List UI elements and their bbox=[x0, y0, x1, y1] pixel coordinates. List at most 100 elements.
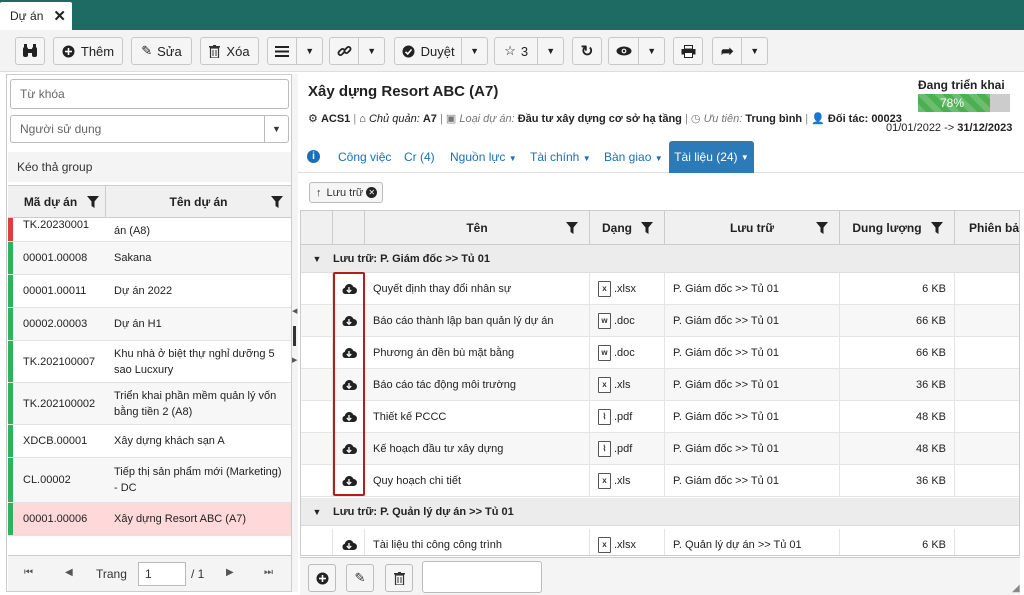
print-button[interactable] bbox=[673, 37, 703, 65]
remove-chip-icon[interactable]: ✕ bbox=[366, 187, 378, 198]
first-page-icon[interactable]: ⏮ bbox=[24, 567, 33, 578]
collapse-group-icon[interactable]: ▼ bbox=[301, 507, 333, 517]
prev-page-icon[interactable]: ◀ bbox=[65, 567, 73, 578]
chevron-down-icon[interactable]: ▼ bbox=[264, 116, 288, 142]
user-select[interactable]: Người sử dụng ▼ bbox=[10, 115, 289, 143]
approve-button[interactable]: Duyệt bbox=[395, 38, 463, 64]
group-row[interactable]: ▼ Lưu trữ: P. Giám đốc >> Tủ 01 bbox=[301, 245, 1019, 273]
refresh-button[interactable]: ↻ bbox=[572, 37, 602, 65]
splitter-handle[interactable] bbox=[293, 326, 296, 346]
delete-document-button[interactable] bbox=[385, 564, 413, 592]
add-document-button[interactable] bbox=[308, 564, 336, 592]
table-row[interactable]: Thiết kế PCCC ⌇ .pdf P. Giám đốc >> Tủ 01 48… bbox=[301, 401, 1019, 433]
add-button[interactable]: Thêm bbox=[53, 37, 123, 65]
table-row[interactable]: 00002.00003 Dự án H1 bbox=[8, 308, 291, 341]
edit-button[interactable]: ✎ Sửa bbox=[131, 37, 192, 65]
share-split-button[interactable]: ➦ ▼ bbox=[712, 37, 768, 65]
tab-cong-viec[interactable]: Công việc bbox=[338, 150, 391, 164]
edit-document-button[interactable]: ✎ bbox=[346, 564, 374, 592]
filter-icon[interactable] bbox=[87, 196, 99, 208]
tab-nguon-luc[interactable]: Nguồn lực ▼ bbox=[450, 150, 517, 164]
eye-icon[interactable] bbox=[609, 38, 640, 64]
table-row[interactable]: TK.20230001 án (A8) bbox=[8, 218, 291, 242]
col-code-header[interactable]: Mã dự án bbox=[14, 186, 106, 218]
group-row[interactable]: ▼ Lưu trữ: P. Quản lý dự án >> Tủ 01 bbox=[301, 498, 1019, 526]
filter-icon[interactable] bbox=[566, 222, 578, 234]
tab-tai-chinh[interactable]: Tài chính ▼ bbox=[530, 150, 591, 164]
keyword-search-input[interactable]: Từ khóa bbox=[10, 79, 289, 109]
excel-file-icon: x bbox=[598, 377, 611, 393]
table-row[interactable]: 00001.00011 Dự án 2022 bbox=[8, 275, 291, 308]
check-circle-icon bbox=[402, 45, 415, 57]
close-icon[interactable]: ✕ bbox=[53, 9, 66, 24]
col-version-header[interactable]: Phiên bản bbox=[955, 211, 1019, 245]
document-action-input[interactable] bbox=[422, 561, 542, 593]
filter-icon[interactable] bbox=[641, 222, 653, 234]
priority-label: Ưu tiên: bbox=[703, 113, 743, 125]
star-button[interactable]: ☆ 3 bbox=[495, 38, 539, 64]
view-split-button[interactable]: ▼ bbox=[608, 37, 665, 65]
filter-icon[interactable] bbox=[816, 222, 828, 234]
delete-button[interactable]: Xóa bbox=[200, 37, 259, 65]
expand-right-icon[interactable]: ▶ bbox=[292, 356, 297, 364]
table-row[interactable]: Quyết định thay đổi nhân sự x .xlsx P. Giám… bbox=[301, 273, 1019, 305]
group-drop-area[interactable]: Kéo thả group bbox=[8, 152, 291, 182]
table-row[interactable]: 00001.00008 Sakana bbox=[8, 242, 291, 275]
doc-ext: .pdf bbox=[614, 443, 633, 455]
tab-tai-lieu[interactable]: Tài liệu (24) ▼ bbox=[669, 141, 754, 173]
share-icon[interactable]: ➦ bbox=[713, 38, 743, 64]
table-row[interactable]: Phương án đền bù mặt bằng w .doc P. Giám đố… bbox=[301, 337, 1019, 369]
collapse-left-icon[interactable]: ◀ bbox=[292, 307, 297, 315]
tab-ban-giao-label: Bàn giao bbox=[604, 150, 652, 164]
chevron-down-icon[interactable]: ▼ bbox=[462, 38, 487, 64]
col-size-header[interactable]: Dung lượng bbox=[840, 211, 955, 245]
tab-ban-giao[interactable]: Bàn giao ▼ bbox=[604, 150, 663, 164]
chevron-down-icon[interactable]: ▼ bbox=[297, 38, 322, 64]
pager: ⏮ ◀ Trang 1 / 1 ▶ ⏭ bbox=[8, 555, 291, 591]
table-row[interactable]: Quy hoạch chi tiết x .xls P. Giám đốc >> Tủ… bbox=[301, 465, 1019, 497]
next-page-icon[interactable]: ▶ bbox=[226, 567, 234, 578]
filter-chip[interactable]: ↑ Lưu trữ ✕ bbox=[309, 182, 383, 203]
resize-grip-icon[interactable]: ◢ bbox=[1012, 583, 1020, 594]
chevron-down-icon[interactable]: ▼ bbox=[359, 38, 384, 64]
link-split-button[interactable]: ▼ bbox=[329, 37, 385, 65]
chevron-down-icon[interactable]: ▼ bbox=[538, 38, 563, 64]
date-end: 31/12/2023 bbox=[957, 122, 1013, 134]
menu-split-button[interactable]: ▼ bbox=[267, 37, 323, 65]
approve-split-button[interactable]: Duyệt ▼ bbox=[394, 37, 488, 65]
date-start: 01/01/2022 bbox=[886, 122, 942, 134]
col-name-header[interactable]: Tên bbox=[365, 211, 590, 245]
page-number-input[interactable]: 1 bbox=[138, 562, 186, 586]
tag-icon: ⚙ bbox=[308, 113, 318, 125]
filter-icon[interactable] bbox=[271, 196, 283, 208]
list-icon[interactable] bbox=[268, 38, 298, 64]
collapse-group-icon[interactable]: ▼ bbox=[301, 254, 333, 264]
col-type-header[interactable]: Dạng bbox=[590, 211, 665, 245]
chevron-down-icon[interactable]: ▼ bbox=[742, 38, 767, 64]
table-row[interactable]: Kế hoạch đầu tư xây dựng ⌇ .pdf P. Giám đốc… bbox=[301, 433, 1019, 465]
info-icon[interactable]: i bbox=[307, 150, 320, 163]
star-split-button[interactable]: ☆ 3 ▼ bbox=[494, 37, 564, 65]
table-row-selected[interactable]: 00001.00006 Xây dựng Resort ABC (A7) bbox=[8, 503, 291, 536]
chevron-down-icon[interactable]: ▼ bbox=[639, 38, 664, 64]
binoculars-button[interactable] bbox=[15, 37, 45, 65]
filter-icon[interactable] bbox=[931, 222, 943, 234]
table-row[interactable]: Báo cáo thành lập ban quản lý dự án w .doc… bbox=[301, 305, 1019, 337]
table-row[interactable]: TK.202100002 Triển khai phần mềm quản lý… bbox=[8, 383, 291, 425]
link-icon[interactable] bbox=[330, 38, 360, 64]
table-row[interactable]: TK.202100007 Khu nhà ở biệt thự nghỉ dưỡ… bbox=[8, 341, 291, 383]
tab-cr[interactable]: Cr (4) bbox=[404, 150, 435, 164]
table-row[interactable]: Tài liệu thi công công trình x .xlsx P. Q… bbox=[301, 529, 1019, 555]
col-name-header[interactable]: Tên dự án bbox=[106, 186, 291, 218]
row-spacer bbox=[301, 465, 333, 497]
download-icon[interactable] bbox=[333, 529, 365, 555]
table-row[interactable]: XDCB.00001 Xây dựng khách sạn A bbox=[8, 425, 291, 458]
excel-file-icon: x bbox=[598, 537, 611, 553]
col-storage-header[interactable]: Lưu trữ bbox=[665, 211, 840, 245]
tab-du-an[interactable]: Dự án ✕ bbox=[0, 2, 72, 30]
table-row[interactable]: CL.00002 Tiếp thị sản phẩm mới (Marketin… bbox=[8, 458, 291, 503]
status-bar bbox=[8, 218, 13, 241]
project-name: Triển khai phần mềm quản lý vốn bằng tiề… bbox=[114, 389, 277, 418]
table-row[interactable]: Báo cáo tác động môi trường x .xls P. Giám … bbox=[301, 369, 1019, 401]
last-page-icon[interactable]: ⏭ bbox=[264, 567, 273, 578]
